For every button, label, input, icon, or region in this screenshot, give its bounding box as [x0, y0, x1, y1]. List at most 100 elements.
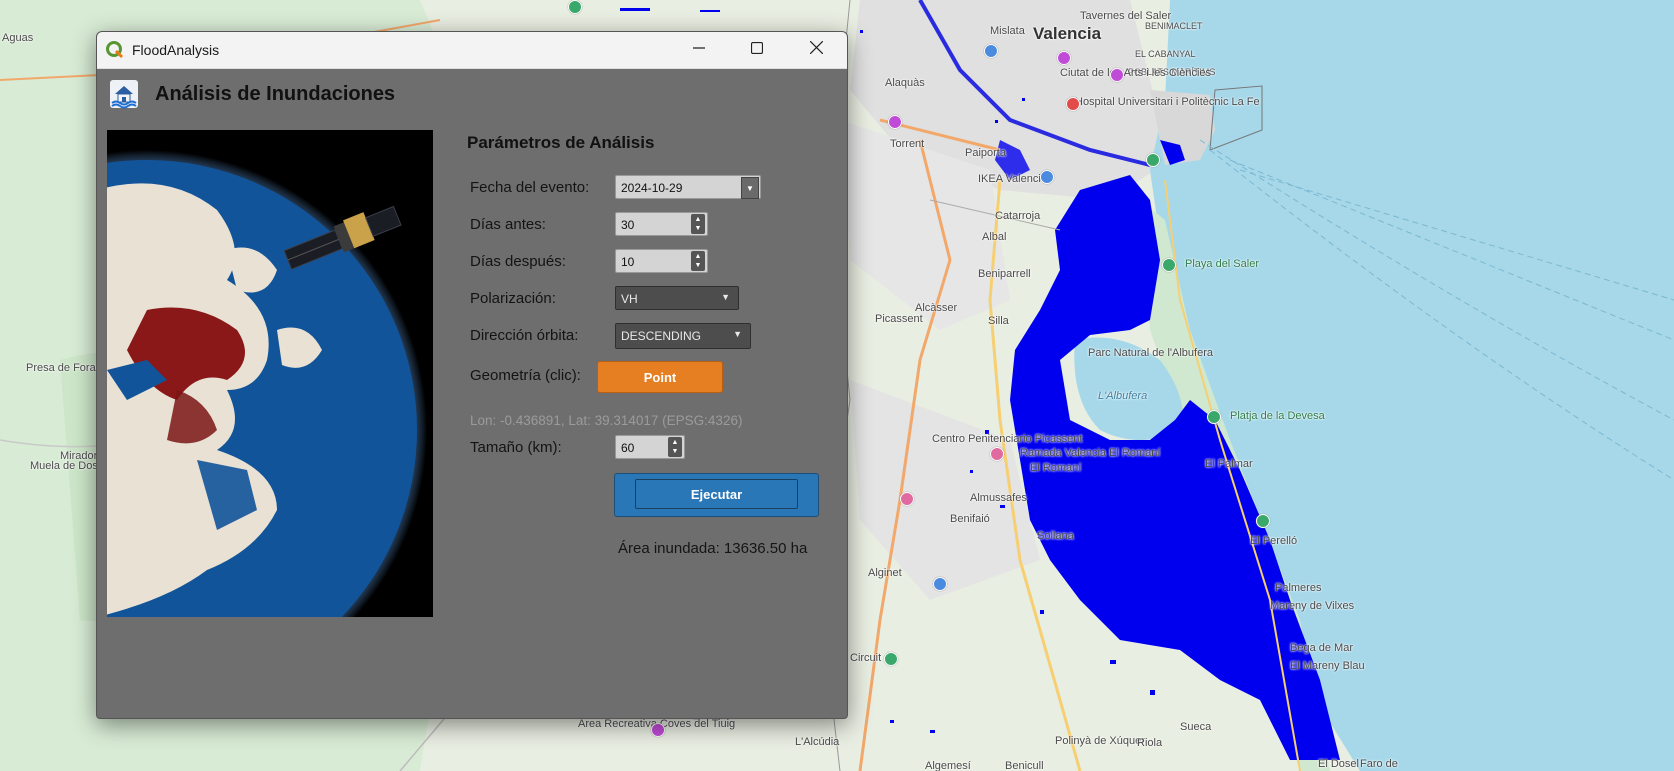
map-label-ikea: IKEA Valencia: [978, 173, 1047, 185]
flood-analysis-window: FloodAnalysis Análisis de Inundaciones P…: [96, 31, 848, 719]
map-label-sueca: Sueca: [1180, 721, 1212, 733]
tamano-label: Tamaño (km):: [470, 439, 562, 456]
chevron-down-icon[interactable]: ▼: [741, 177, 759, 199]
map-label-palmeres: Palmeres: [1275, 582, 1322, 594]
map-label-alginet: Alginet: [868, 567, 902, 579]
date-picker[interactable]: 2024-10-29 ▼: [615, 175, 761, 199]
park-icon[interactable]: [1146, 153, 1160, 167]
spin-arrows-icon[interactable]: ▲ ▼: [691, 214, 705, 234]
map-label-centro-pen: Centro Penitenciario Picassent: [932, 433, 1083, 445]
map-label-playa-saler: Playa del Saler: [1185, 258, 1259, 270]
shop-icon[interactable]: [1040, 170, 1054, 184]
map-poi-icon[interactable]: [888, 115, 902, 129]
map-label-ramada: Ramada Valencia El Romaní: [1020, 447, 1161, 459]
map-label-el-dosel: El Dosel: [1318, 758, 1359, 770]
map-label-platja-devesa: Platja de la Devesa: [1230, 410, 1325, 422]
flooded-area-result: Área inundada: 13636.50 ha: [618, 540, 808, 557]
map-label-circuit: Circuit: [850, 652, 882, 664]
map-poi-icon[interactable]: [1110, 68, 1124, 82]
map-label-almussafes: Almussafes: [970, 492, 1027, 504]
flood-house-icon: [109, 79, 139, 109]
minimize-button[interactable]: [670, 32, 728, 68]
map-label-silla: Silla: [988, 315, 1009, 327]
map-label-parc-albufera: Parc Natural de l'Albufera: [1088, 347, 1213, 359]
park-icon[interactable]: [884, 652, 898, 666]
dias-despues-spinbox[interactable]: 10 ▲ ▼: [615, 249, 708, 273]
spin-arrows-icon[interactable]: ▲ ▼: [691, 251, 705, 271]
map-label-cabanyal: EL CABANYAL: [1135, 49, 1196, 59]
map-label-benifaio: Benifaió: [950, 513, 990, 525]
map-label-albal: Albal: [982, 231, 1007, 243]
park-icon[interactable]: [568, 0, 582, 14]
point-button[interactable]: Point: [597, 361, 723, 393]
map-label-alcudia: L'Alcúdia: [795, 736, 840, 748]
satellite-earth-image: [107, 130, 433, 617]
map-label-el-palmar: El Palmar: [1205, 458, 1253, 470]
map-label-aguas: Aguas: [2, 32, 34, 44]
map-label-sollana: Sollana: [1037, 530, 1074, 542]
dias-despues-label: Días después:: [470, 253, 566, 270]
minimize-icon: [693, 41, 705, 59]
window-titlebar[interactable]: FloodAnalysis: [97, 32, 847, 69]
map-label-paiporta: Paiporta: [965, 147, 1006, 159]
date-value: 2024-10-29: [621, 181, 683, 195]
window-title: FloodAnalysis: [132, 42, 220, 58]
map-label-perello: El Perelló: [1250, 535, 1298, 547]
map-label-torrent: Torrent: [890, 138, 925, 150]
tamano-value: 60: [621, 441, 635, 455]
map-label-poliana: Polinyà de Xúquer: [1055, 735, 1145, 747]
maximize-icon: [750, 41, 764, 59]
chevron-down-icon: ▼: [733, 329, 742, 339]
orbita-select[interactable]: DESCENDING ▼: [615, 323, 751, 349]
map-label-bega-mar: Bega de Mar: [1290, 642, 1353, 654]
maximize-button[interactable]: [728, 32, 786, 68]
tamano-spinbox[interactable]: 60 ▲ ▼: [615, 435, 685, 459]
map-label-beniparrell: Beniparrell: [978, 268, 1031, 280]
dias-antes-label: Días antes:: [470, 216, 546, 233]
dias-antes-value: 30: [621, 218, 635, 232]
geometria-label: Geometría (clic):: [470, 367, 581, 384]
map-label-mareny-blau: El Mareny Blau: [1290, 660, 1365, 672]
map-label-faro: Faro de: [1360, 758, 1398, 770]
dias-despues-value: 10: [621, 255, 635, 269]
map-label-albufera: L'Albufera: [1098, 390, 1148, 402]
ejecutar-button[interactable]: Ejecutar: [635, 479, 798, 509]
map-label-picassent: Picassent: [875, 313, 923, 325]
coordinates-text: Lon: -0.436891, Lat: 39.314017 (EPSG:432…: [470, 413, 743, 428]
map-label-mareny-vilxes: Mareny de Vilxes: [1270, 600, 1355, 612]
fecha-label: Fecha del evento:: [470, 179, 590, 196]
hotel-icon[interactable]: [900, 492, 914, 506]
parameters-title: Parámetros de Análisis: [467, 133, 655, 152]
orbita-value: DESCENDING: [621, 329, 702, 343]
park-icon[interactable]: [1256, 514, 1270, 528]
map-poi-icon[interactable]: [651, 723, 665, 737]
hospital-icon[interactable]: [1066, 97, 1080, 111]
polarizacion-select[interactable]: VH ▼: [615, 286, 739, 310]
dias-antes-spinbox[interactable]: 30 ▲ ▼: [615, 212, 708, 236]
map-label-mislata: Mislata: [990, 25, 1025, 37]
map-label-ciudad-artes: Ciutat de les Arts i les Ciències: [1060, 67, 1212, 79]
map-label-hospital: Hospital Universitari i Politècnic La Fe: [1075, 96, 1260, 108]
header-title: Análisis de Inundaciones: [155, 83, 396, 105]
map-label-el-romani: El Romaní: [1030, 462, 1082, 474]
map-poi-icon[interactable]: [984, 44, 998, 58]
map-poi-icon[interactable]: [1057, 51, 1071, 65]
close-icon: [809, 40, 823, 59]
spin-arrows-icon[interactable]: ▲ ▼: [668, 437, 682, 457]
map-label-tavernes: Tavernes del Saler: [1080, 10, 1172, 22]
map-label-algemesi: Algemesí: [925, 760, 971, 771]
map-label-catarroja: Catarroja: [995, 210, 1041, 222]
chevron-down-icon: ▼: [721, 292, 730, 302]
map-label-presa-forata: Presa de Forata: [26, 362, 105, 374]
map-poi-icon[interactable]: [933, 577, 947, 591]
ejecutar-frame[interactable]: Ejecutar: [614, 473, 819, 517]
orbita-label: Dirección órbita:: [470, 327, 579, 344]
map-label-benicull: Benicull: [1005, 760, 1044, 771]
qgis-logo-icon: [106, 41, 124, 59]
map-label-riola: Riola: [1137, 737, 1163, 749]
close-button[interactable]: [787, 32, 845, 68]
map-label-alaquas: Alaquàs: [885, 77, 925, 89]
hotel-icon[interactable]: [990, 447, 1004, 461]
park-icon[interactable]: [1162, 258, 1176, 272]
park-icon[interactable]: [1207, 410, 1221, 424]
